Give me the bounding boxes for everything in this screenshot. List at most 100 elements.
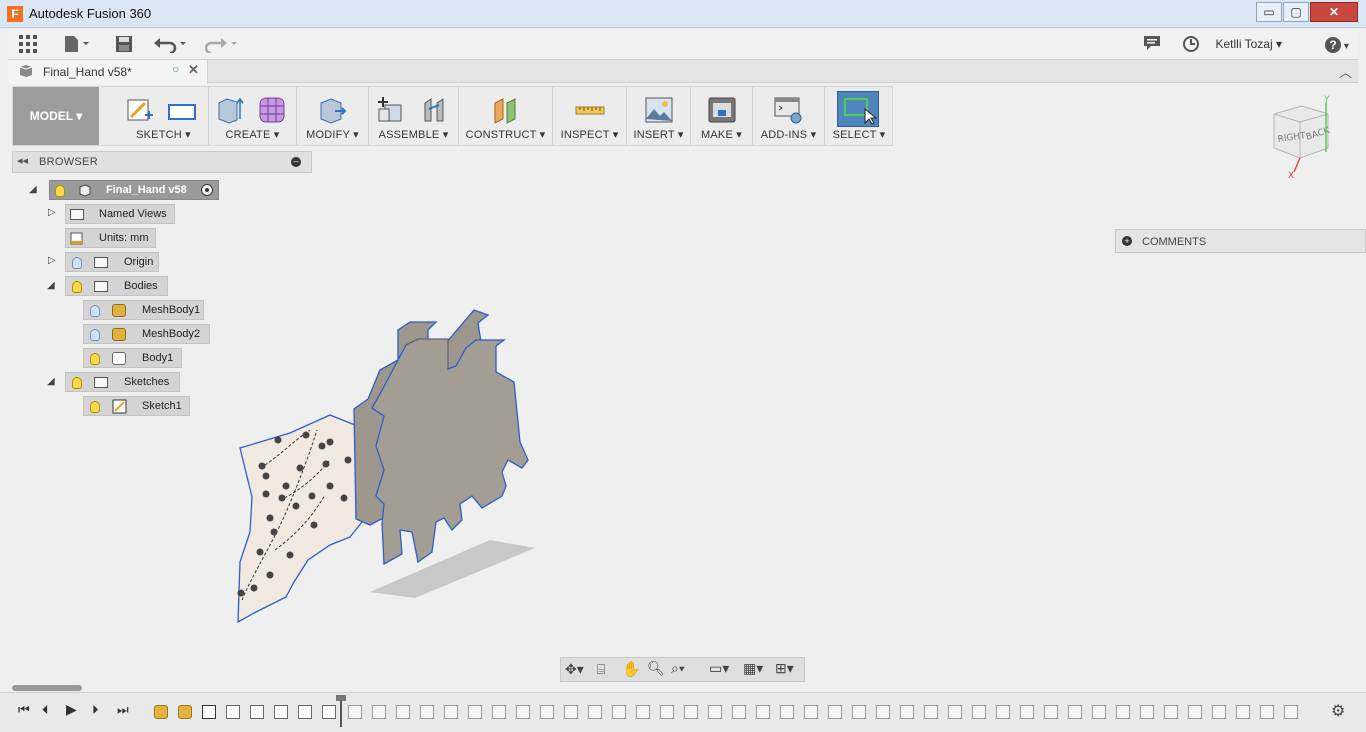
browser-row-units[interactable]: Units: mm: [65, 228, 156, 248]
grid-snaps-icon[interactable]: ▦▾: [743, 660, 763, 677]
scripts-addins-icon[interactable]: [773, 95, 803, 125]
timeline-suppressed-feature[interactable]: [996, 705, 1010, 719]
save-icon[interactable]: [114, 35, 134, 55]
timeline-suppressed-feature[interactable]: [684, 705, 698, 719]
zoom-icon[interactable]: 🔍︎: [647, 660, 665, 677]
sketch1-profile[interactable]: [237, 414, 373, 624]
display-settings-icon[interactable]: ▭▾: [709, 660, 729, 677]
timeline-suppressed-feature[interactable]: [516, 705, 530, 719]
insert-group[interactable]: INSERT ▾: [627, 87, 691, 145]
browser-row-body1[interactable]: Body1: [83, 348, 182, 368]
close-window-button[interactable]: ✕: [1310, 2, 1358, 22]
expand-root-icon[interactable]: ◢: [29, 184, 37, 195]
make-group[interactable]: MAKE ▾: [691, 87, 753, 145]
assemble-group[interactable]: ASSEMBLE ▾: [369, 87, 459, 145]
create-group[interactable]: CREATE ▾: [209, 87, 297, 145]
timeline-suppressed-feature[interactable]: [1068, 705, 1082, 719]
timeline-suppressed-feature[interactable]: [1020, 705, 1034, 719]
activate-radio-icon[interactable]: [201, 184, 213, 196]
workspace-model-button[interactable]: MODEL ▾: [13, 87, 99, 145]
expand-sketches-icon[interactable]: ◢: [47, 376, 55, 387]
visibility-bulb-icon[interactable]: [72, 257, 82, 269]
timeline-meshbody-feature[interactable]: [178, 705, 192, 719]
timeline-suppressed-feature[interactable]: [828, 705, 842, 719]
visibility-bulb-icon[interactable]: [90, 329, 100, 341]
timeline-play-icon[interactable]: ▶: [66, 701, 77, 718]
minimize-button[interactable]: ▭: [1256, 2, 1282, 22]
comments-icon[interactable]: [1142, 35, 1162, 55]
timeline-suppressed-feature[interactable]: [348, 705, 362, 719]
job-status-clock-icon[interactable]: [1181, 35, 1201, 55]
timeline-suppressed-feature[interactable]: [1092, 705, 1106, 719]
select-tool-highlight[interactable]: [837, 91, 879, 127]
document-tab[interactable]: Final_Hand v58* ○ ✕: [8, 60, 208, 84]
timeline-suppressed-feature[interactable]: [396, 705, 410, 719]
help-icon[interactable]: ? ▾: [1320, 35, 1354, 55]
modify-group[interactable]: MODIFY ▾: [297, 87, 369, 145]
browser-row-meshbody1[interactable]: MeshBody1: [83, 300, 204, 320]
expand-named-views-icon[interactable]: ▷: [48, 207, 56, 218]
timeline-suppressed-feature[interactable]: [372, 705, 386, 719]
maximize-button[interactable]: ▢: [1283, 2, 1309, 22]
timeline-suppressed-feature[interactable]: [852, 705, 866, 719]
orbit-icon[interactable]: ✥▾: [565, 661, 584, 678]
add-ins-group[interactable]: ADD-INS ▾: [753, 87, 825, 145]
fit-window-icon[interactable]: ⌕▾: [671, 660, 685, 677]
visibility-bulb-icon[interactable]: [72, 377, 82, 389]
select-group[interactable]: SELECT ▾: [825, 87, 893, 145]
insert-canvas-icon[interactable]: [644, 95, 674, 125]
construct-group[interactable]: CONSTRUCT ▾: [459, 87, 553, 145]
timeline-suppressed-feature[interactable]: [924, 705, 938, 719]
timeline-extrude-feature[interactable]: [226, 705, 240, 719]
timeline-suppressed-feature[interactable]: [612, 705, 626, 719]
timeline-suppressed-feature[interactable]: [972, 705, 986, 719]
file-menu-icon[interactable]: [62, 35, 92, 55]
timeline-meshbody-feature[interactable]: [154, 705, 168, 719]
timeline-suppressed-feature[interactable]: [732, 705, 746, 719]
visibility-bulb-icon[interactable]: [90, 305, 100, 317]
timeline-suppressed-feature[interactable]: [876, 705, 890, 719]
new-component-icon[interactable]: [375, 95, 405, 125]
timeline-suppressed-feature[interactable]: [756, 705, 770, 719]
timeline-next-icon[interactable]: ⏵: [92, 702, 99, 718]
timeline-suppressed-feature[interactable]: [444, 705, 458, 719]
expand-origin-icon[interactable]: ▷: [48, 255, 56, 266]
redo-icon[interactable]: [204, 35, 240, 55]
browser-row-sketch1[interactable]: Sketch1: [83, 396, 190, 416]
timeline-suppressed-feature[interactable]: [636, 705, 650, 719]
timeline-suppressed-feature[interactable]: [780, 705, 794, 719]
timeline-suppressed-feature[interactable]: [804, 705, 818, 719]
collapse-toolbar-icon[interactable]: ︿: [1339, 62, 1352, 81]
form-tspline-icon[interactable]: [257, 95, 287, 125]
visibility-bulb-icon[interactable]: [72, 281, 82, 293]
viewport-scrollbar-thumb[interactable]: [12, 685, 82, 691]
timeline-extrude-feature[interactable]: [274, 705, 288, 719]
timeline-suppressed-feature[interactable]: [1212, 705, 1226, 719]
pan-hand-icon[interactable]: ✋: [622, 660, 641, 678]
visibility-bulb-icon[interactable]: [90, 353, 100, 365]
timeline-extrude-feature[interactable]: [322, 705, 336, 719]
browser-row-named-views[interactable]: Named Views: [65, 204, 175, 224]
visibility-bulb-icon[interactable]: [90, 401, 100, 413]
collapse-browser-icon[interactable]: ◂◂: [17, 154, 28, 167]
timeline-extrude-feature[interactable]: [298, 705, 312, 719]
timeline-suppressed-feature[interactable]: [588, 705, 602, 719]
timeline-suppressed-feature[interactable]: [1284, 705, 1298, 719]
timeline-suppressed-feature[interactable]: [1236, 705, 1250, 719]
timeline-suppressed-feature[interactable]: [1116, 705, 1130, 719]
sketch-group[interactable]: SKETCH ▾: [119, 87, 209, 145]
browser-row-sketches[interactable]: Sketches: [65, 372, 180, 392]
look-at-icon[interactable]: ⌸: [597, 661, 605, 678]
visibility-bulb-icon[interactable]: [55, 185, 65, 197]
timeline-marker[interactable]: [340, 697, 342, 727]
user-account-menu[interactable]: Ketlli Tozaj ▾: [1216, 37, 1283, 51]
rectangle-sketch-icon[interactable]: [167, 95, 197, 125]
body1-front[interactable]: [371, 338, 529, 566]
expand-bodies-icon[interactable]: ◢: [47, 280, 55, 291]
browser-root-row[interactable]: Final_Hand v58: [49, 180, 219, 200]
timeline-suppressed-feature[interactable]: [948, 705, 962, 719]
timeline-suppressed-feature[interactable]: [1188, 705, 1202, 719]
inspect-group[interactable]: INSPECT ▾: [553, 87, 627, 145]
comments-panel[interactable]: + COMMENTS: [1115, 229, 1366, 253]
browser-row-meshbody2[interactable]: MeshBody2: [83, 324, 210, 344]
